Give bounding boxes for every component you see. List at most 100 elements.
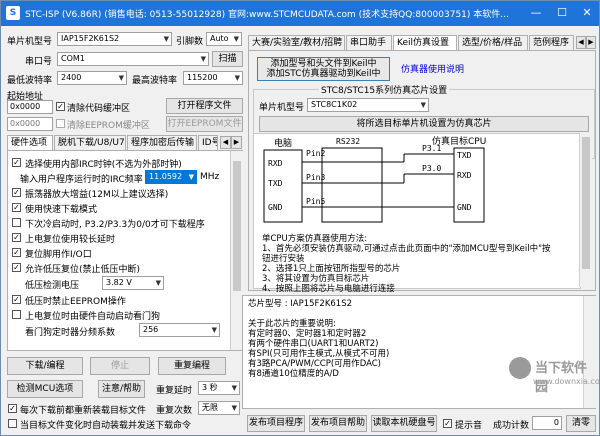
pins-select[interactable]: Auto ▼ (206, 32, 242, 46)
hardware-options-panel: ✓ 选择使用内部IRC时钟(不选为外部时钟) 输入用户程序运行时的IRC频率 11… (7, 150, 243, 351)
sound-label: 提示音 (455, 421, 483, 431)
repeat-delay-select[interactable]: 3 秒 ▼ (198, 381, 240, 395)
scrollbar-thumb[interactable] (582, 137, 590, 269)
cpu-title: 仿真目标CPU (432, 135, 486, 147)
check-mcu-options-button[interactable]: 检测MCU选项 (7, 380, 83, 398)
chevron-down-icon: ▼ (233, 35, 239, 43)
chevron-down-icon: ▼ (163, 35, 169, 43)
rs232-label: RS232 (336, 137, 360, 146)
checkbox[interactable] (12, 310, 21, 319)
watchdog-divider-select[interactable]: 256 ▼ (139, 323, 220, 337)
tab-encrypted-transfer[interactable]: 程序加密后传输 (127, 135, 197, 150)
mcu-model-select[interactable]: IAP15F2K61S2 ▼ (57, 32, 172, 46)
cpu-pin-txd: TXD (457, 151, 472, 160)
pc-pin-rxd: RXD (268, 159, 283, 168)
tab-scroll-left-icon[interactable]: ◀ (220, 136, 231, 149)
auto-send-on-change-checkbox[interactable] (8, 419, 17, 428)
instruction-line: 2、选择1只上面按钮所指型号的芯片 (262, 264, 401, 274)
chip-info-line (248, 309, 389, 319)
repeat-count-select[interactable]: 无限 ▼ (198, 401, 240, 415)
instruction-line: 单CPU方案仿真器使用方法: (262, 234, 368, 244)
clear-eeprom-checkbox[interactable] (56, 119, 65, 128)
emulator-doc-link[interactable]: 仿真器使用说明 (401, 62, 464, 75)
tab-selection-price[interactable]: 选型/价格/样品 (458, 35, 528, 50)
low-voltage-label: 低压检测电压 (25, 281, 80, 291)
port-label: 串口号 (25, 57, 53, 67)
checkbox[interactable]: ✓ (12, 263, 21, 272)
download-program-button[interactable]: 下载/编程 (7, 357, 83, 375)
window-title: STC-ISP (V6.86R) (销售电话: 0513-55012928) 官… (25, 10, 509, 20)
code-start-addr-input[interactable]: 0x0000 (7, 100, 53, 114)
chevron-down-icon: ▼ (234, 74, 240, 82)
wire-pin2: Pin2 (306, 149, 325, 158)
open-eeprom-button[interactable]: 打开EEPROM文件 (166, 116, 243, 132)
auto-send-on-change-label: 当目标文件变化时自动装载并发送下载命令 (20, 421, 192, 431)
reload-before-download-checkbox[interactable]: ✓ (8, 404, 17, 413)
min-baud-select[interactable]: 2400 ▼ (57, 71, 127, 85)
max-baud-select[interactable]: 115200 ▼ (183, 71, 243, 85)
close-button[interactable]: ✕ (574, 1, 600, 26)
add-to-keil-button[interactable]: 添加型号和头文件到Keil中 添加STC仿真器驱动到Keil中 (257, 57, 390, 81)
tab-contest-lab[interactable]: 大赛/实验室/教材/招聘 (248, 35, 345, 50)
checkbox[interactable]: ✓ (12, 188, 21, 197)
checkbox[interactable]: ✓ (12, 295, 21, 304)
checkbox[interactable]: ✓ (12, 158, 21, 167)
stop-button[interactable]: 停止 (90, 357, 150, 375)
irc-freq-input[interactable]: 11.0592 ▼ (145, 170, 197, 184)
info-scrollbar[interactable] (579, 133, 592, 287)
watermark-name: 当下软件园 (535, 361, 588, 395)
chip-info-line: 有SPI(只可用作主模式,从模式不可用) (248, 349, 390, 359)
app-icon: S (6, 6, 20, 20)
low-voltage-select[interactable]: 3.82 V ▼ (102, 276, 164, 290)
checkbox[interactable]: ✓ (12, 203, 21, 212)
instruction-line: 4、按照上图将芯片与电脑进行连接 (262, 284, 395, 294)
read-disk-id-button[interactable]: 读取本机硬盘号 (371, 415, 437, 432)
connection-diagram: 电脑 RXD TXD GND RS232 Pin2 Pin3 Pin5 P3.1… (263, 135, 486, 223)
keil-mcu-select[interactable]: STC8C1K02 ▼ (307, 98, 429, 112)
publish-project-button[interactable]: 发布项目程序 (247, 415, 305, 432)
watchdog-divider-label: 看门狗定时器分频系数 (25, 328, 116, 338)
tab-scroll-right-icon[interactable]: ▶ (231, 136, 242, 149)
chevron-down-icon: ▼ (231, 404, 237, 412)
irc-freq-label: 输入用户程序运行时的IRC频率 (20, 175, 143, 185)
chip-info-line: 有定时器0、定时器1和定时器2 (248, 329, 367, 339)
checkbox[interactable] (12, 218, 21, 227)
reload-before-download-label: 每次下载前都重新装载目标文件 (20, 406, 147, 416)
checkbox[interactable]: ✓ (12, 233, 21, 242)
chevron-down-icon: ▼ (188, 173, 194, 181)
scan-button[interactable]: 扫描 (212, 51, 243, 67)
tab-offline-download[interactable]: 脱机下载/U8/U7 (54, 135, 126, 150)
notes-help-button[interactable]: 注意/帮助 (98, 380, 145, 398)
cpu-port-p30: P3.0 (422, 164, 441, 173)
repeat-program-button[interactable]: 重复编程 (158, 357, 226, 375)
chip-info-line: 有8通道10位精度的A/D (248, 369, 339, 379)
tab-id-number[interactable]: ID号 (198, 135, 218, 150)
minimize-button[interactable]: — (523, 1, 549, 26)
chevron-down-icon: ▼ (420, 101, 426, 109)
rs232-box (321, 147, 383, 223)
sound-checkbox[interactable]: ✓ (443, 419, 452, 428)
tab-example-programs[interactable]: 范例程序 (529, 35, 574, 50)
eeprom-start-addr-input[interactable]: 0x0000 (7, 117, 53, 131)
open-program-button[interactable]: 打开程序文件 (166, 98, 243, 114)
watermark: 当下软件园 www.downxia.com (509, 353, 600, 413)
maximize-button[interactable]: ☐ (549, 1, 575, 26)
tab-scroll-left-icon[interactable]: ◀ (576, 36, 586, 49)
chip-info-line: 有3路PCA/PWM/CCP(可用作DAC) (248, 359, 381, 369)
port-select[interactable]: COM1 ▼ (57, 52, 209, 66)
checkbox[interactable]: ✓ (12, 248, 21, 257)
pc-pin-gnd: GND (268, 203, 283, 212)
chevron-down-icon: ▼ (118, 74, 124, 82)
chip-info-text: 芯片型号 : IAP15F2K61S2 关于此芯片的重要说明: 有定时器0、定时… (248, 299, 389, 379)
clear-code-label: 清除代码缓冲区 (67, 104, 131, 114)
clear-count-button[interactable]: 清零 (566, 415, 596, 432)
set-emulation-chip-button[interactable]: 将所选目标单片机设置为仿真芯片 (259, 116, 589, 132)
tab-scroll-right-icon[interactable]: ▶ (586, 36, 596, 49)
clear-eeprom-label: 清除EEPROM缓冲区 (67, 121, 150, 131)
app-window: S STC-ISP (V6.86R) (销售电话: 0513-55012928)… (0, 0, 600, 436)
publish-help-button[interactable]: 发布项目帮助 (309, 415, 367, 432)
scrollbar-thumb[interactable] (233, 161, 241, 291)
emulation-info-area: 电脑 RXD TXD GND RS232 Pin2 Pin3 Pin5 P3.1… (253, 133, 581, 294)
clear-code-checkbox[interactable]: ✓ (56, 102, 65, 111)
tab-serial-assistant[interactable]: 串口助手 (346, 35, 392, 50)
